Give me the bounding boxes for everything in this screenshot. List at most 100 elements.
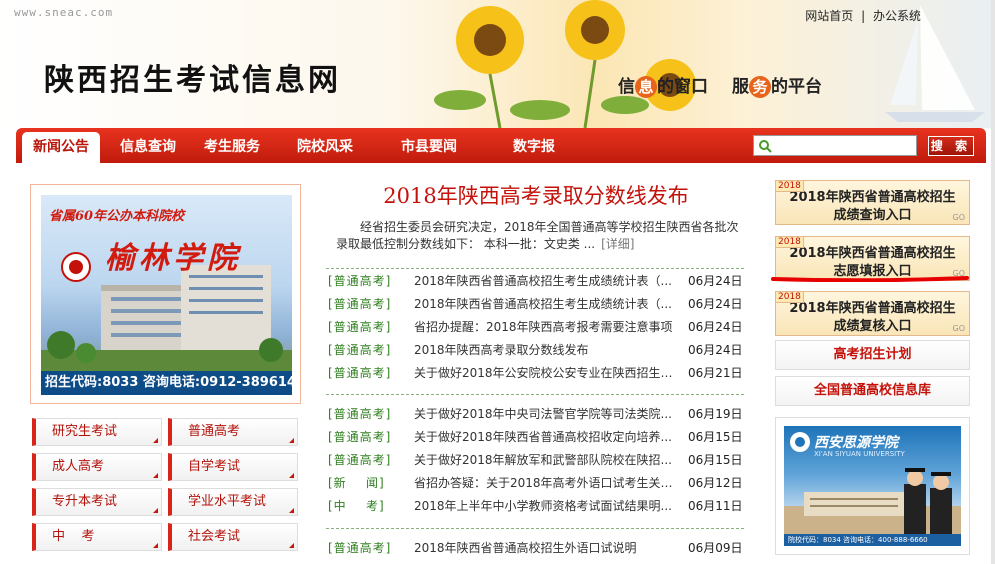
score-query-entry[interactable]: 2018 2018年陕西省普通高校招生 成绩查询入口 GO xyxy=(775,180,970,225)
divider xyxy=(326,528,744,529)
headline-news[interactable]: 2018年陕西高考录取分数线发布 xyxy=(326,180,746,210)
link-label: 研究生考试 xyxy=(52,424,118,439)
nav-tab-county-news[interactable]: 市县要闻 xyxy=(401,132,457,163)
news-title[interactable]: 关于做好2018年公安院校公安专业在陕西招生工... xyxy=(414,362,676,385)
divider xyxy=(326,268,744,269)
entry-line1: 2018年陕西省普通高校招生 xyxy=(789,246,956,261)
news-category[interactable]: [普通高考] xyxy=(328,339,391,362)
link-upgrade-exam[interactable]: 专升本考试 xyxy=(32,488,162,516)
news-title[interactable]: 关于做好2018年中央司法警官学院等司法类院... xyxy=(414,403,676,426)
news-item[interactable]: [普通高考] 2018年陕西省普通高校招生外语口试说明 06月09日 xyxy=(326,537,744,560)
link-label: 中 考 xyxy=(52,529,95,544)
search-icon xyxy=(759,140,772,153)
news-list: [普通高考] 关于做好2018年中央司法警官学院等司法类院... 06月19日 [普通… xyxy=(326,403,744,518)
news-date: 06月12日 xyxy=(688,476,743,490)
detail-link[interactable]: [详细] xyxy=(601,237,634,251)
site-url: www.sneac.com xyxy=(14,6,114,19)
news-title[interactable]: 2018年陕西省普通高校招生外语口试说明 xyxy=(414,537,676,560)
news-item[interactable]: [普通高考] 2018年陕西省普通高校招生考生成绩统计表（... 06月24日 xyxy=(326,270,744,293)
news-date: 06月24日 xyxy=(688,274,743,288)
news-item[interactable]: [普通高考] 省招办提醒：2018年陕西高考报考需要注意事项 06月24日 xyxy=(326,316,744,339)
nav-tab-digital-paper[interactable]: 数字报 xyxy=(513,132,555,163)
nav-tab-info-query[interactable]: 信息查询 xyxy=(120,132,176,163)
news-item[interactable]: [普通高考] 2018年陕西高考录取分数线发布 06月24日 xyxy=(326,339,744,362)
news-category[interactable]: [普通高考] xyxy=(328,537,391,560)
search-input[interactable] xyxy=(774,136,914,155)
entry-line1: 2018年陕西省普通高校招生 xyxy=(789,301,956,316)
news-item[interactable]: [中 考] 2018年上半年中小学教师资格考试面试结果明... 06月11日 xyxy=(326,495,744,518)
entry-line1: 2018年陕西省普通高校招生 xyxy=(789,190,956,205)
news-title[interactable]: 关于做好2018年解放军和武警部队院校在陕招... xyxy=(414,449,676,472)
corner-arrow-icon xyxy=(153,508,158,513)
news-title[interactable]: 2018年陕西省普通高校招生考生成绩统计表（... xyxy=(414,293,676,316)
news-category[interactable]: [中 考] xyxy=(328,495,385,518)
news-title[interactable]: 2018年陕西高考录取分数线发布 xyxy=(414,339,676,362)
news-item[interactable]: [普通高考] 2018年陕西省普通高校招生考生成绩统计表（... 06月24日 xyxy=(326,293,744,316)
news-date: 06月24日 xyxy=(688,320,743,334)
link-social-exam[interactable]: 社会考试 xyxy=(168,523,298,551)
red-highlight-mark xyxy=(771,276,969,282)
banner-school-name: 榆林学院 xyxy=(105,241,241,276)
banner-contact: 招生代码:8033 咨询电话:0912-3896141 xyxy=(41,371,292,395)
news-category[interactable]: [普通高考] xyxy=(328,403,391,426)
news-title[interactable]: 2018年上半年中小学教师资格考试面试结果明... xyxy=(414,495,676,518)
news-category[interactable]: [普通高考] xyxy=(328,426,391,449)
news-item[interactable]: [新 闻] 省招办答疑：关于2018年高考外语口试考生关注... 06月12日 xyxy=(326,472,744,495)
news-item[interactable]: [普通高考] 关于做好2018年陕西省普通高校招收定向培养... 06月15日 xyxy=(326,426,744,449)
link-graduate-exam[interactable]: 研究生考试 xyxy=(32,418,162,446)
nav-tab-news[interactable]: 新闻公告 xyxy=(22,132,100,163)
application-entry[interactable]: 2018 2018年陕西省普通高校招生 志愿填报入口 GO xyxy=(775,236,970,281)
link-academic-level-exam[interactable]: 学业水平考试 xyxy=(168,488,298,516)
entry-line2: 成绩查询入口 xyxy=(833,208,912,223)
news-date: 06月19日 xyxy=(688,407,743,421)
news-title[interactable]: 2018年陕西省普通高校招生考生成绩统计表（... xyxy=(414,270,676,293)
link-adult-exam[interactable]: 成人高考 xyxy=(32,453,162,481)
college-database-link[interactable]: 全国普通高校信息库 xyxy=(775,376,970,406)
site-header: www.sneac.com 网站首页 | 办公系统 陕西招生考试信息网 信 息 … xyxy=(0,0,995,128)
ad-university-name: 西安思源学院 xyxy=(814,435,898,451)
news-category[interactable]: [普通高考] xyxy=(328,449,391,472)
home-link[interactable]: 网站首页 xyxy=(805,9,853,23)
news-date: 06月15日 xyxy=(688,453,743,467)
news-category[interactable]: [普通高考] xyxy=(328,293,391,316)
slogan: 信息的窗口 服务的平台 xyxy=(618,72,822,98)
ad-contact: 院校代码：8034 咨询电话：400-888-6660 xyxy=(784,534,961,546)
nav-tab-student-service[interactable]: 考生服务 xyxy=(204,132,260,163)
ad-university-english: XI'AN SIYUAN UNIVERSITY xyxy=(814,450,905,458)
news-category[interactable]: [普通高考] xyxy=(328,270,391,293)
news-item[interactable]: [普通高考] 关于做好2018年解放军和武警部队院校在陕招... 06月15日 xyxy=(326,449,744,472)
divider xyxy=(326,394,744,395)
link-college-entrance[interactable]: 普通高考 xyxy=(168,418,298,446)
news-title[interactable]: 省招办答疑：关于2018年高考外语口试考生关注... xyxy=(414,472,676,495)
scrollbar[interactable] xyxy=(991,0,995,564)
entry-line2: 成绩复核入口 xyxy=(833,319,912,334)
link-label: 自学考试 xyxy=(188,459,241,474)
admission-plan-link[interactable]: 高考招生计划 xyxy=(775,340,970,370)
score-review-entry[interactable]: 2018 2018年陕西省普通高校招生 成绩复核入口 GO xyxy=(775,291,970,336)
link-high-school-exam[interactable]: 中 考 xyxy=(32,523,162,551)
news-category[interactable]: [普通高考] xyxy=(328,316,391,339)
news-date: 06月24日 xyxy=(688,343,743,357)
corner-arrow-icon xyxy=(289,438,294,443)
go-icon: GO xyxy=(952,213,966,222)
news-item[interactable]: [普通高考] 关于做好2018年中央司法警官学院等司法类院... 06月19日 xyxy=(326,403,744,426)
sunflower-decoration xyxy=(434,0,696,128)
news-title[interactable]: 关于做好2018年陕西省普通高校招收定向培养... xyxy=(414,426,676,449)
search-button[interactable]: 搜 索 xyxy=(928,136,974,156)
news-title[interactable]: 省招办提醒：2018年陕西高考报考需要注意事项 xyxy=(414,316,676,339)
university-ad[interactable]: 西安思源学院 XI'AN SIYUAN UNIVERSITY 院校代码：8034… xyxy=(775,417,970,555)
news-date: 06月24日 xyxy=(688,297,743,311)
slogan-text: 服 xyxy=(732,77,749,97)
link-label: 学业水平考试 xyxy=(188,494,267,509)
nav-tab-college[interactable]: 院校风采 xyxy=(297,132,353,163)
link-self-study-exam[interactable]: 自学考试 xyxy=(168,453,298,481)
news-category[interactable]: [新 闻] xyxy=(328,472,385,495)
news-list: [普通高考] 2018年陕西省普通高校招生外语口试说明 06月09日 xyxy=(326,537,744,560)
banner-school-tag: 省属60年公办本科院校 xyxy=(49,209,185,224)
corner-arrow-icon xyxy=(289,473,294,478)
news-item[interactable]: [普通高考] 关于做好2018年公安院校公安专业在陕西招生工... 06月21日 xyxy=(326,362,744,385)
go-icon: GO xyxy=(952,324,966,333)
school-banner[interactable]: 省属60年公办本科院校 榆林学院 招生代码:8033 咨询电话:0912-389… xyxy=(30,184,301,404)
link-label: 成人高考 xyxy=(52,459,105,474)
news-category[interactable]: [普通高考] xyxy=(328,362,391,385)
